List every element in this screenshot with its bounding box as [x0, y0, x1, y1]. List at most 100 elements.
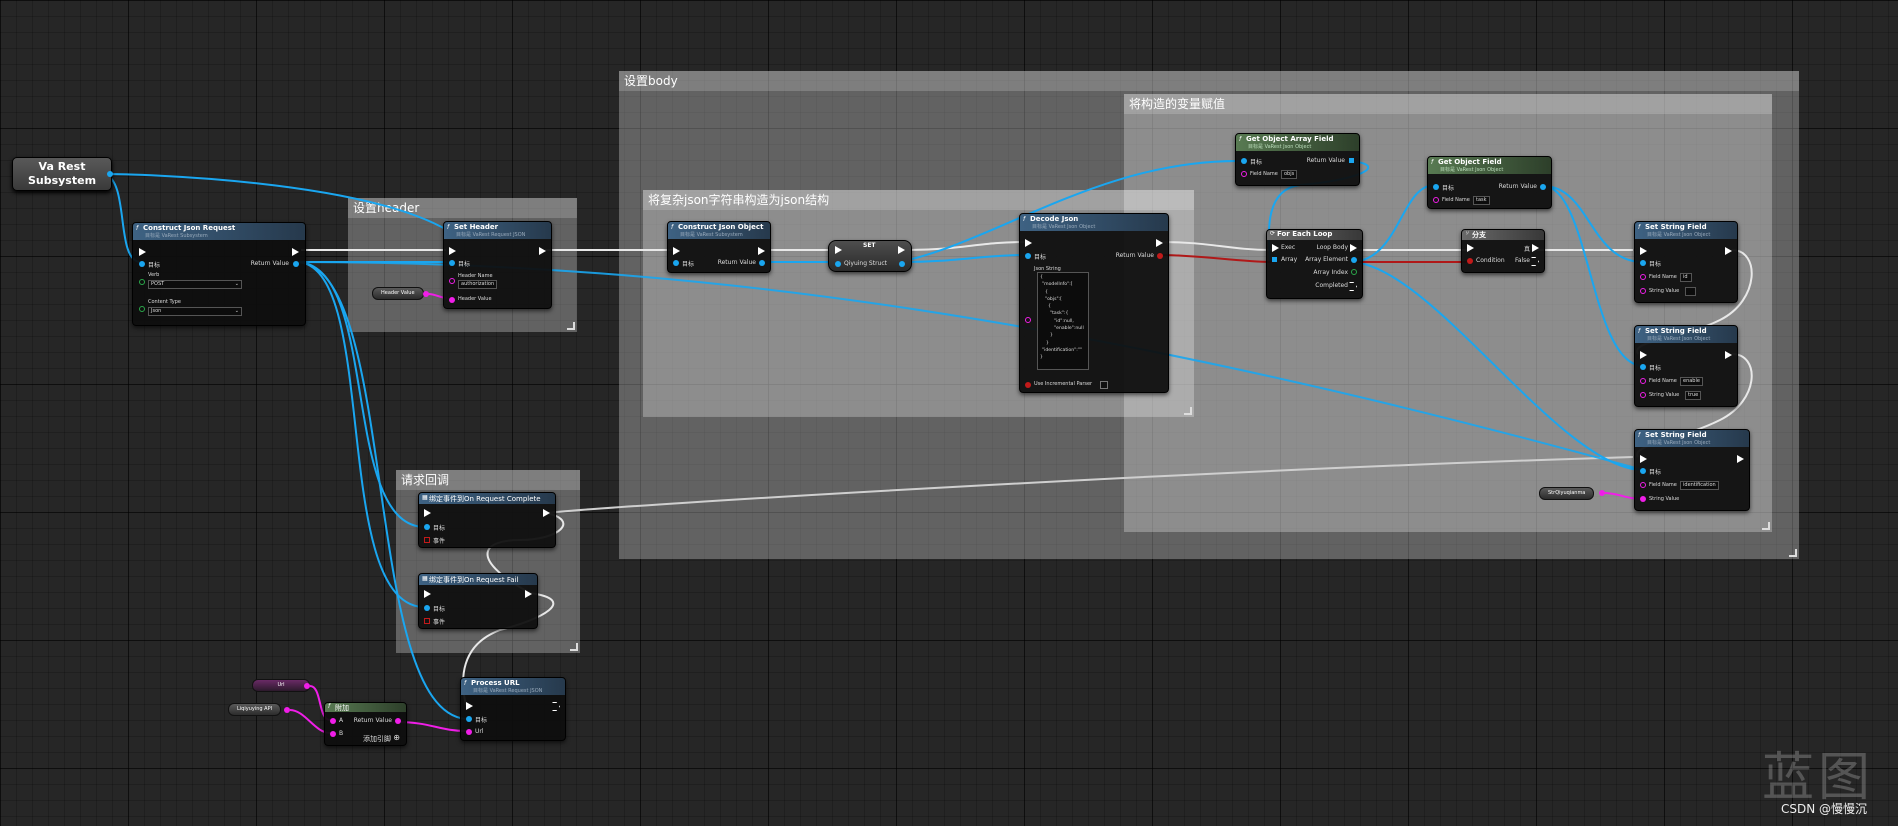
field-name-pin[interactable] — [1640, 378, 1646, 384]
incremental-parser-pin[interactable] — [1025, 382, 1031, 388]
exec-in-pin[interactable] — [1467, 244, 1474, 252]
target-pin[interactable] — [1640, 364, 1646, 370]
bind-on-request-complete-node[interactable]: ▦ 绑定事件到On Request Complete 目标 事件 — [418, 492, 556, 548]
set-header-node[interactable]: f Set Header 目标是 VaRest Request JSON 目标 … — [443, 221, 552, 309]
header-name-field[interactable]: authorization — [458, 280, 498, 289]
field-name-field[interactable]: id — [1680, 273, 1692, 282]
exec-out-pin[interactable] — [1725, 351, 1732, 359]
string-value-pin[interactable] — [1640, 288, 1646, 294]
exec-out-pin[interactable] — [539, 247, 546, 255]
header-value-pin[interactable] — [449, 297, 455, 303]
exec-in-pin[interactable] — [466, 702, 473, 710]
url-pin[interactable] — [466, 729, 472, 735]
exec-in-pin[interactable] — [1640, 455, 1647, 463]
array-in-pin[interactable] — [1272, 257, 1277, 262]
value-in-pin[interactable] — [835, 261, 841, 267]
exec-out-pin[interactable] — [292, 248, 299, 256]
add-pin-label[interactable]: 添加引脚 — [363, 734, 391, 744]
field-name-pin[interactable] — [1433, 197, 1439, 203]
string-value-field[interactable] — [1685, 287, 1696, 296]
exec-out-pin[interactable] — [543, 509, 550, 517]
target-pin[interactable] — [673, 260, 679, 266]
api-variable-pin[interactable] — [284, 707, 290, 713]
get-object-field-node[interactable]: f Get Object Field 目标是 VaRest Json Objec… — [1427, 156, 1552, 209]
header-value-variable-pin[interactable] — [423, 291, 429, 297]
bind-on-request-fail-node[interactable]: ▦ 绑定事件到On Request Fail 目标 事件 — [418, 573, 538, 629]
api-variable[interactable]: Liqiyuying API — [228, 703, 282, 716]
b-pin[interactable] — [330, 731, 336, 737]
exec-in-pin[interactable] — [1640, 247, 1647, 255]
field-name-field[interactable]: identification — [1680, 481, 1719, 490]
exec-out-pin[interactable] — [552, 702, 560, 711]
array-pin[interactable] — [1349, 158, 1354, 163]
target-pin[interactable] — [449, 260, 455, 266]
target-pin[interactable] — [424, 524, 430, 530]
array-element-pin[interactable] — [1351, 257, 1357, 263]
branch-node[interactable]: ⑂ 分支 真 Condition False — [1461, 229, 1545, 273]
target-pin[interactable] — [466, 716, 472, 722]
verb-pin[interactable] — [139, 279, 145, 285]
exec-out-pin[interactable] — [1737, 455, 1744, 463]
target-pin[interactable] — [424, 605, 430, 611]
field-name-pin[interactable] — [1241, 171, 1247, 177]
condition-pin[interactable] — [1467, 258, 1473, 264]
target-pin[interactable] — [1433, 184, 1439, 190]
get-object-array-field-node[interactable]: f Get Object Array Field 目标是 VaRest Json… — [1235, 133, 1360, 186]
url-variable[interactable]: Url — [252, 679, 310, 692]
completed-pin[interactable] — [1349, 282, 1357, 291]
field-name-pin[interactable] — [1640, 482, 1646, 488]
exec-in-pin[interactable] — [424, 590, 431, 598]
url-variable-pin[interactable] — [304, 683, 310, 689]
exec-in-pin[interactable] — [835, 246, 842, 254]
array-index-pin[interactable] — [1351, 269, 1357, 275]
content-type-select[interactable]: Json ⌄ — [148, 307, 242, 316]
set-string-field-identification-node[interactable]: f Set String Field 目标是 VaRest Json Objec… — [1634, 429, 1750, 511]
exec-out-pin[interactable] — [758, 247, 765, 255]
json-string-textarea[interactable]: { "modelInfo":[ { "objs":[ { "task":{ "i… — [1037, 272, 1089, 370]
str-variable-pin[interactable] — [1599, 490, 1605, 496]
decode-json-node[interactable]: f Decode Json 目标是 VaRest Json Object 目标 … — [1019, 213, 1169, 393]
true-pin[interactable] — [1532, 244, 1539, 252]
a-pin[interactable] — [330, 718, 336, 724]
target-pin[interactable] — [1025, 253, 1031, 259]
incremental-parser-checkbox[interactable] — [1100, 381, 1108, 389]
exec-in-pin[interactable] — [1272, 244, 1279, 252]
output-pin[interactable] — [107, 171, 113, 177]
exec-in-pin[interactable] — [1640, 351, 1647, 359]
header-name-pin[interactable] — [449, 278, 455, 284]
exec-out-pin[interactable] — [1156, 239, 1163, 247]
str-qiyuqianma-variable[interactable]: StrQiyuqianma — [1539, 487, 1595, 500]
verb-select[interactable]: POST ⌄ — [148, 280, 242, 289]
va-rest-subsystem-node[interactable]: Va Rest Subsystem — [12, 157, 113, 191]
exec-in-pin[interactable] — [449, 247, 456, 255]
header-value-variable[interactable]: Header Value — [372, 287, 424, 300]
return-value-pin[interactable] — [293, 261, 299, 267]
string-value-pin[interactable] — [1640, 392, 1646, 398]
add-pin-icon[interactable]: ⊕ — [393, 733, 400, 742]
field-name-pin[interactable] — [1640, 274, 1646, 280]
content-type-pin[interactable] — [139, 306, 145, 312]
exec-out-pin[interactable] — [1725, 247, 1732, 255]
value-out-pin[interactable] — [899, 261, 905, 267]
set-string-field-enable-node[interactable]: f Set String Field 目标是 VaRest Json Objec… — [1634, 325, 1738, 407]
return-value-pin[interactable] — [395, 718, 401, 724]
exec-in-pin[interactable] — [139, 248, 146, 256]
target-pin[interactable] — [139, 261, 145, 267]
exec-in-pin[interactable] — [673, 247, 680, 255]
exec-in-pin[interactable] — [424, 509, 431, 517]
construct-json-object-node[interactable]: f Construct Json Object 目标是 VaRest Subsy… — [667, 221, 771, 273]
set-variable-node[interactable]: SET Qiyuing Struct — [828, 240, 912, 272]
event-pin[interactable] — [424, 537, 430, 543]
field-name-field[interactable]: enable — [1680, 377, 1703, 386]
target-pin[interactable] — [1640, 260, 1646, 266]
loop-body-pin[interactable] — [1350, 244, 1357, 252]
exec-out-pin[interactable] — [898, 246, 905, 254]
construct-json-request-node[interactable]: f Construct Json Request 目标是 VaRest Subs… — [132, 222, 306, 326]
exec-in-pin[interactable] — [1025, 239, 1032, 247]
json-string-pin[interactable] — [1025, 317, 1031, 323]
string-value-field[interactable]: true — [1685, 391, 1702, 400]
false-pin[interactable] — [1531, 257, 1539, 266]
event-pin[interactable] — [424, 618, 430, 624]
target-pin[interactable] — [1241, 158, 1247, 164]
return-value-pin[interactable] — [759, 260, 765, 266]
